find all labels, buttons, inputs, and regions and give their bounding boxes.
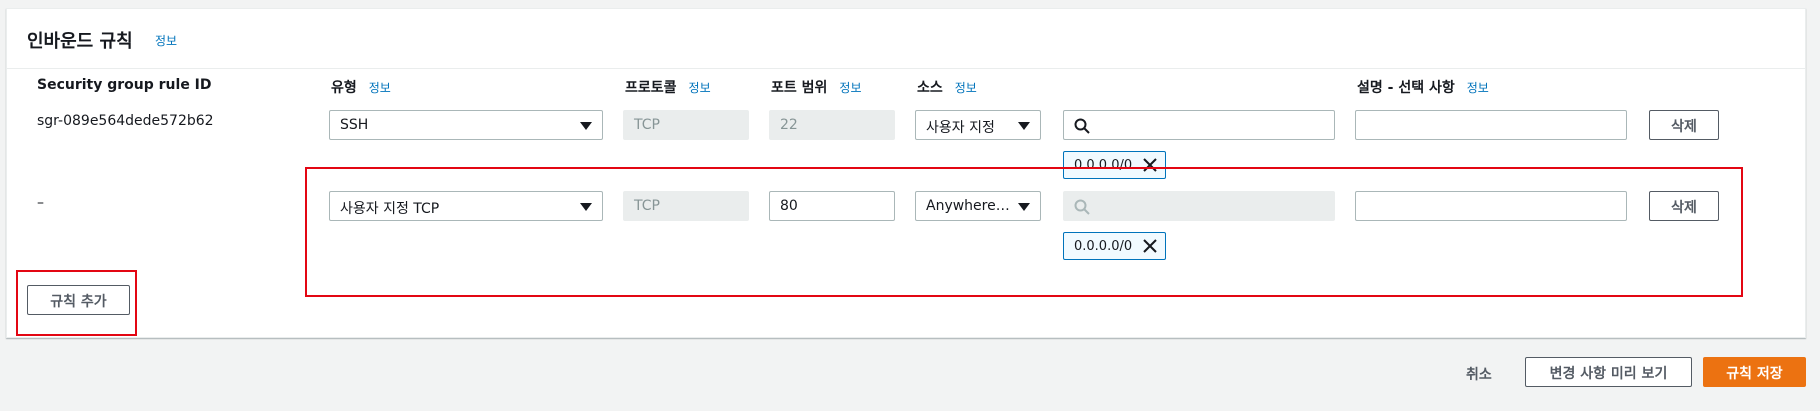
add-rule-button[interactable]: 규칙 추가 xyxy=(27,285,130,315)
column-header-port-range: 포트 범위 정보 xyxy=(771,77,862,97)
inbound-rules-panel: 인바운드 규칙 정보 Security group rule ID 유형 정보 프… xyxy=(6,8,1806,338)
save-rules-button[interactable]: 규칙 저장 xyxy=(1703,357,1806,387)
description-input[interactable] xyxy=(1355,191,1627,221)
source-cidr-token: 0.0.0.0/0 xyxy=(1063,151,1166,179)
search-icon xyxy=(1074,118,1090,134)
column-header-protocol: 프로토콜 정보 xyxy=(625,77,711,97)
protocol-field: TCP xyxy=(623,191,749,221)
column-header-rule-id: Security group rule ID xyxy=(37,77,212,93)
source-info-link[interactable]: 정보 xyxy=(955,81,977,95)
panel-header: 인바운드 규칙 정보 xyxy=(7,9,1805,69)
type-select[interactable]: 사용자 지정 TCP xyxy=(329,191,603,221)
type-select-value: 사용자 지정 TCP xyxy=(340,201,440,217)
column-label: 포트 범위 xyxy=(771,80,828,96)
rule-id: – xyxy=(37,195,44,211)
cancel-link[interactable]: 취소 xyxy=(1466,364,1492,384)
source-type-select[interactable]: Anywhere-I... xyxy=(915,191,1041,221)
caret-down-icon xyxy=(1018,122,1030,130)
port-info-link[interactable]: 정보 xyxy=(839,81,861,95)
column-label: 소스 xyxy=(917,80,943,96)
column-header-description: 설명 - 선택 사항 정보 xyxy=(1357,77,1489,97)
source-type-value: 사용자 지정 xyxy=(926,120,995,136)
preview-changes-button[interactable]: 변경 사항 미리 보기 xyxy=(1525,357,1692,387)
panel-title: 인바운드 규칙 xyxy=(27,31,133,52)
port-range-field: 22 xyxy=(769,110,895,140)
type-info-link[interactable]: 정보 xyxy=(369,81,391,95)
delete-rule-button[interactable]: 삭제 xyxy=(1649,110,1719,140)
column-header-type: 유형 정보 xyxy=(331,77,391,97)
column-label: 유형 xyxy=(331,80,357,96)
type-select-value: SSH xyxy=(340,117,369,133)
rule-id: sgr-089e564dede572b62 xyxy=(37,113,214,129)
search-icon xyxy=(1074,199,1090,215)
source-type-value: Anywhere-I... xyxy=(926,198,1019,214)
caret-down-icon xyxy=(1018,203,1030,211)
close-icon[interactable] xyxy=(1143,158,1157,172)
column-header-source: 소스 정보 xyxy=(917,77,977,97)
close-icon[interactable] xyxy=(1143,239,1157,253)
protocol-field: TCP xyxy=(623,110,749,140)
source-search-input[interactable] xyxy=(1063,110,1335,140)
panel-info-link[interactable]: 정보 xyxy=(155,32,177,49)
protocol-info-link[interactable]: 정보 xyxy=(689,81,711,95)
source-type-select[interactable]: 사용자 지정 xyxy=(915,110,1041,140)
caret-down-icon xyxy=(580,203,592,211)
token-label: 0.0.0.0/0 xyxy=(1074,158,1133,173)
caret-down-icon xyxy=(580,122,592,130)
description-info-link[interactable]: 정보 xyxy=(1467,81,1489,95)
column-label: 프로토콜 xyxy=(625,80,677,96)
source-search-input xyxy=(1063,191,1335,221)
source-cidr-token: 0.0.0.0/0 xyxy=(1063,232,1166,260)
delete-rule-button[interactable]: 삭제 xyxy=(1649,191,1719,221)
type-select[interactable]: SSH xyxy=(329,110,603,140)
port-range-input[interactable]: 80 xyxy=(769,191,895,221)
description-input[interactable] xyxy=(1355,110,1627,140)
column-label: 설명 - 선택 사항 xyxy=(1357,80,1455,96)
token-label: 0.0.0.0/0 xyxy=(1074,239,1133,254)
column-label: Security group rule ID xyxy=(37,77,212,93)
